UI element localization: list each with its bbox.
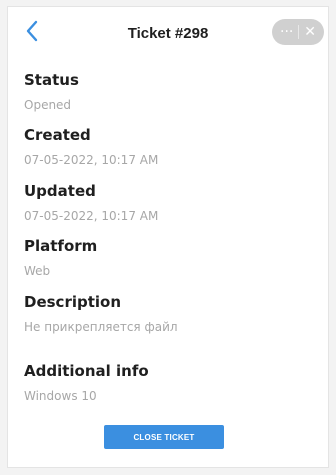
- updated-field: Updated 07-05-2022, 10:17 AM: [24, 182, 312, 223]
- ticket-window: Ticket #298 ··· ✕ Status Opened Created …: [7, 6, 329, 468]
- description-field: Description Не прикрепляется файл: [24, 293, 312, 334]
- created-value: 07-05-2022, 10:17 AM: [24, 153, 159, 167]
- platform-value: Web: [24, 264, 51, 278]
- description-label: Description: [24, 293, 122, 311]
- window-capsule: ··· ✕: [272, 19, 324, 45]
- close-icon[interactable]: ✕: [304, 25, 316, 39]
- created-label: Created: [24, 126, 91, 144]
- updated-value: 07-05-2022, 10:17 AM: [24, 209, 159, 223]
- additional-info-field: Additional info Windows 10: [24, 362, 312, 403]
- additional-info-value: Windows 10: [24, 389, 97, 403]
- additional-info-label: Additional info: [24, 362, 149, 380]
- capsule-divider: [298, 25, 300, 39]
- status-value: Opened: [24, 98, 72, 112]
- platform-field: Platform Web: [24, 237, 312, 278]
- updated-label: Updated: [24, 182, 96, 200]
- more-icon[interactable]: ···: [280, 25, 293, 39]
- status-field: Status Opened: [24, 71, 312, 112]
- header-bar: Ticket #298 ··· ✕: [8, 7, 328, 57]
- close-ticket-button[interactable]: CLOSE TICKET: [104, 425, 224, 449]
- platform-label: Platform: [24, 237, 98, 255]
- status-label: Status: [24, 71, 79, 89]
- description-value: Не прикрепляется файл: [24, 320, 178, 334]
- created-field: Created 07-05-2022, 10:17 AM: [24, 126, 312, 167]
